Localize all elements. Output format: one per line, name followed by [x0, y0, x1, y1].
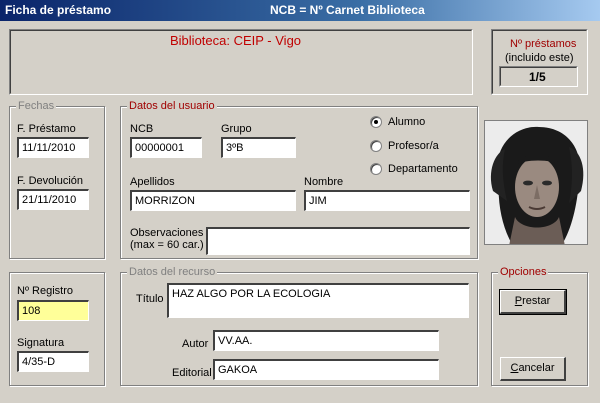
- registry-field[interactable]: 108: [17, 300, 89, 321]
- loan-form: Biblioteca: CEIP - Vigo Nº préstamos (in…: [0, 21, 600, 403]
- publisher-field[interactable]: GAKOA: [213, 359, 439, 380]
- notes-field[interactable]: [206, 227, 470, 255]
- role-option-alumno[interactable]: Alumno: [370, 115, 470, 131]
- signature-field[interactable]: 4/35-D: [17, 351, 89, 372]
- resource-data-legend: Datos del recurso: [127, 266, 218, 278]
- name-field[interactable]: JIM: [304, 190, 470, 211]
- library-name: Biblioteca: CEIP - Vigo: [170, 33, 302, 48]
- role-option-profesor[interactable]: Profesor/a: [370, 139, 470, 155]
- role-label-departamento: Departamento: [388, 163, 458, 175]
- loans-count-subtitle: (incluido este): [505, 52, 574, 64]
- user-data-group: Datos del usuario NCB 00000001 Grupo 3ºB…: [120, 100, 478, 259]
- options-group: Opciones Prestar Cancelar: [491, 266, 588, 386]
- dates-legend: Fechas: [16, 100, 57, 112]
- loans-count-panel: Nº préstamos (incluido este) 1/5: [491, 29, 588, 95]
- resource-data-group: Datos del recurso Título HAZ ALGO POR LA…: [120, 266, 478, 386]
- title-label: Título: [136, 293, 164, 305]
- return-date-label: F. Devolución: [17, 175, 84, 187]
- group-field[interactable]: 3ºB: [221, 137, 296, 158]
- surname-label: Apellidos: [130, 176, 175, 188]
- surname-field[interactable]: MORRIZON: [130, 190, 296, 211]
- role-radio-departamento[interactable]: [370, 163, 382, 175]
- registry-label: Nº Registro: [17, 285, 73, 297]
- loans-count-box: 1/5: [499, 66, 578, 87]
- author-label: Autor: [182, 338, 209, 350]
- window-title: Ficha de préstamo: [5, 3, 112, 17]
- role-label-alumno: Alumno: [388, 116, 426, 128]
- cancel-button[interactable]: Cancelar: [500, 357, 566, 381]
- role-label-profesor: Profesor/a: [388, 140, 439, 152]
- dates-group: Fechas F. Préstamo 11/11/2010 F. Devoluc…: [9, 100, 105, 259]
- ncb-label: NCB: [130, 123, 154, 135]
- loan-date-field[interactable]: 11/11/2010: [17, 137, 89, 158]
- ncb-field[interactable]: 00000001: [130, 137, 202, 158]
- publisher-label: Editorial: [172, 367, 212, 379]
- lend-button[interactable]: Prestar: [499, 289, 567, 315]
- notes-limit-label: (max = 60 car.): [130, 239, 204, 251]
- options-legend: Opciones: [498, 266, 549, 278]
- registry-group: Nº Registro 108 Signatura 4/35-D: [9, 272, 105, 386]
- group-label: Grupo: [221, 123, 252, 135]
- window-subtitle: NCB = Nº Carnet Biblioteca: [270, 3, 425, 17]
- title-bar[interactable]: Ficha de préstamo NCB = Nº Carnet Biblio…: [0, 0, 600, 21]
- loan-date-label: F. Préstamo: [17, 123, 76, 135]
- title-field[interactable]: HAZ ALGO POR LA ECOLOGIA: [167, 283, 469, 318]
- role-radio-profesor[interactable]: [370, 140, 382, 152]
- user-data-legend: Datos del usuario: [127, 100, 217, 112]
- name-label: Nombre: [304, 176, 344, 188]
- loans-count-value: 1/5: [529, 70, 546, 84]
- user-photo: [484, 120, 588, 245]
- loans-count-title: Nº préstamos: [510, 38, 577, 50]
- header-panel: Biblioteca: CEIP - Vigo: [9, 29, 473, 95]
- role-option-departamento[interactable]: Departamento: [370, 162, 470, 178]
- portrait-image: [485, 121, 587, 244]
- signature-label: Signatura: [17, 337, 65, 349]
- role-radio-alumno[interactable]: [370, 116, 382, 128]
- author-field[interactable]: VV.AA.: [213, 330, 439, 351]
- notes-label: Observaciones: [130, 227, 204, 239]
- return-date-field[interactable]: 21/11/2010: [17, 189, 89, 210]
